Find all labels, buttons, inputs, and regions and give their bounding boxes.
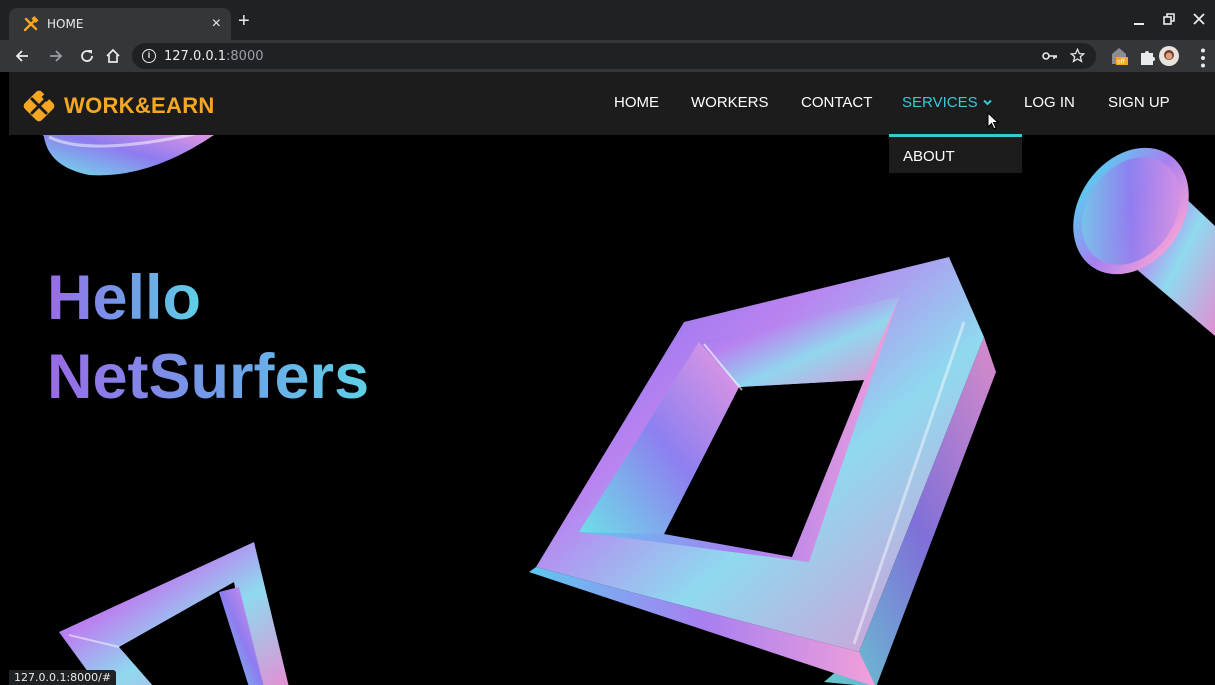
close-tab-icon[interactable]: × [212, 16, 221, 32]
site-logo[interactable]: WORK&EARN [22, 89, 215, 123]
decorative-cylinder-top-left [39, 127, 214, 176]
tools-logo-icon [23, 90, 55, 122]
shopping-extension-icon[interactable]: off [1109, 46, 1129, 66]
mouse-cursor-icon [987, 112, 999, 130]
services-dropdown: ABOUT [889, 134, 1022, 173]
web-page: WORK&EARN HOME WORKERS CONTACT SERVICES … [9, 72, 1215, 685]
url-text: 127.0.0.1:8000 [164, 49, 264, 64]
status-bar-url: 127.0.0.1:8000/# [9, 670, 117, 685]
home-icon[interactable] [105, 48, 121, 64]
nav-contact[interactable]: CONTACT [801, 94, 872, 112]
reload-icon[interactable] [79, 48, 95, 64]
restore-icon[interactable] [1163, 13, 1175, 25]
browser-tab[interactable]: HOME × [9, 8, 231, 40]
tools-icon [23, 16, 39, 32]
new-tab-button[interactable]: + [238, 11, 250, 31]
nav-services[interactable]: SERVICES [902, 94, 992, 112]
decorative-3d-frame [529, 257, 996, 685]
decorative-frame-bottom-left [59, 542, 289, 685]
tab-strip: HOME × + [0, 0, 1215, 40]
minimize-icon[interactable] [1133, 14, 1145, 26]
star-icon[interactable] [1070, 48, 1085, 63]
dropdown-item-about[interactable]: ABOUT [903, 148, 955, 165]
chevron-down-icon [982, 99, 992, 106]
key-icon[interactable] [1042, 49, 1058, 63]
hero-line-2: NetSurfers [47, 342, 370, 412]
brand-name: WORK&EARN [64, 93, 215, 118]
url-port: :8000 [226, 48, 264, 64]
close-window-icon[interactable] [1193, 13, 1205, 25]
decorative-cylinder-right [1073, 147, 1215, 336]
puzzle-icon[interactable] [1137, 47, 1157, 67]
info-icon[interactable]: i [142, 49, 156, 63]
nav-signup[interactable]: SIGN UP [1108, 94, 1170, 112]
ext-badge: off [1117, 59, 1126, 66]
hero-line-1: Hello [47, 263, 202, 333]
nav-workers[interactable]: WORKERS [691, 94, 769, 112]
browser-toolbar: i 127.0.0.1:8000 off [0, 40, 1215, 72]
nav-login[interactable]: LOG IN [1024, 94, 1075, 112]
url-host: 127.0.0.1 [164, 48, 227, 64]
arrow-left-icon[interactable] [14, 48, 30, 64]
nav-services-label: SERVICES [902, 94, 978, 111]
site-navbar: WORK&EARN HOME WORKERS CONTACT SERVICES … [9, 72, 1215, 135]
kebab-menu-icon[interactable] [1193, 48, 1213, 68]
arrow-right-icon[interactable] [48, 48, 64, 64]
address-bar[interactable]: i 127.0.0.1:8000 [132, 43, 1096, 69]
avatar[interactable] [1159, 46, 1179, 66]
tab-title: HOME [47, 17, 84, 31]
nav-home[interactable]: HOME [614, 94, 659, 112]
